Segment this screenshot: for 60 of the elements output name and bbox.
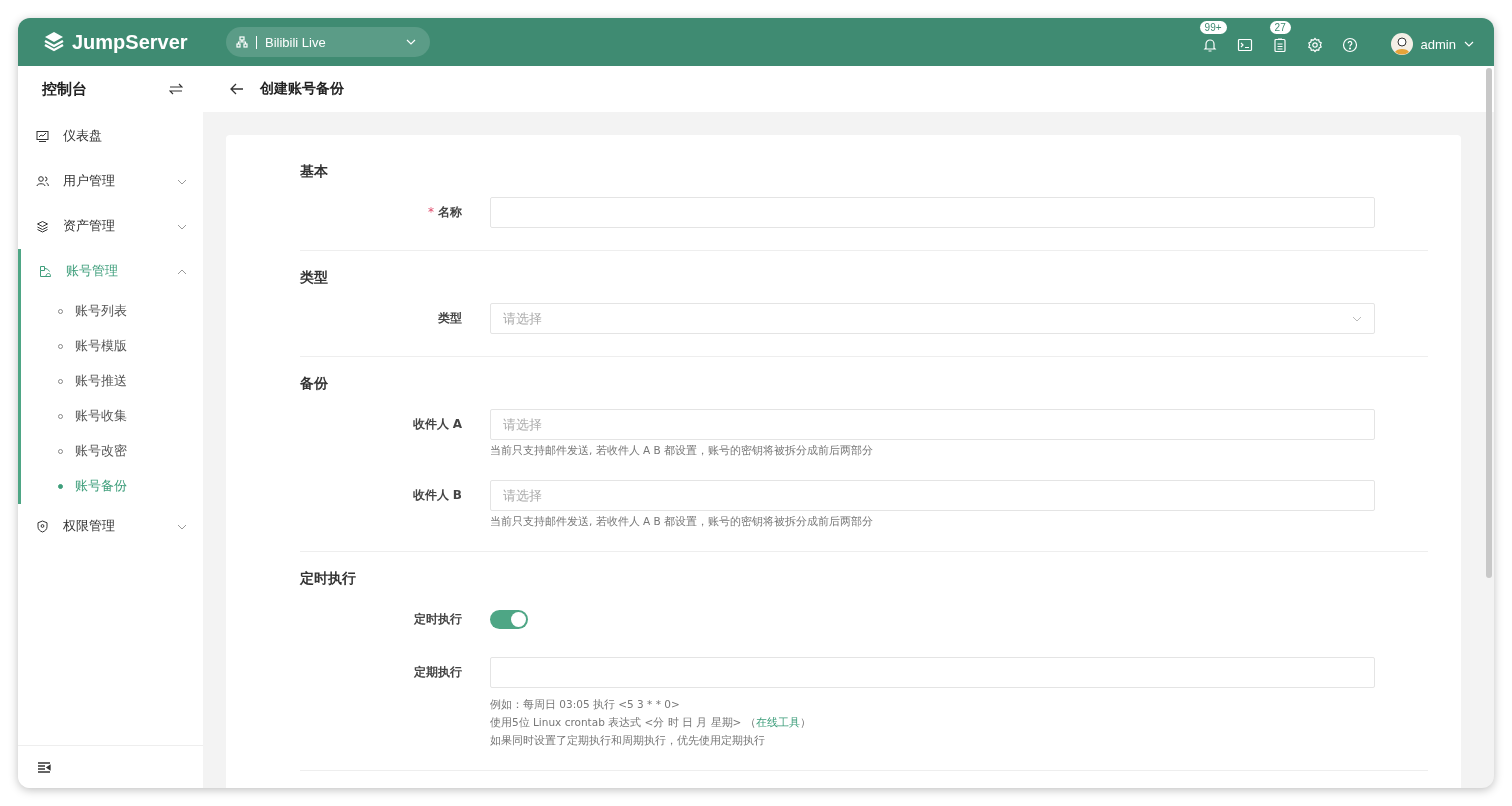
section-title: 备份 <box>300 375 329 393</box>
sidebar-title: 控制台 <box>42 79 87 99</box>
switch-arrows-icon[interactable] <box>169 83 183 95</box>
org-tree-icon <box>236 36 248 48</box>
scrollbar[interactable] <box>1486 68 1492 578</box>
caret-down-icon <box>1464 41 1474 47</box>
caret-down-icon <box>177 178 187 185</box>
help-text: 当前只支持邮件发送, 若收件人 A B 都设置，账号的密钥将被拆分成前后两部分 <box>490 443 875 458</box>
back-arrow-icon[interactable] <box>230 83 244 95</box>
users-icon <box>36 175 49 188</box>
field-label: 收件人 A <box>412 416 462 433</box>
count-badge: 27 <box>1269 21 1291 34</box>
submenu-item[interactable]: 账号模版 <box>21 329 203 364</box>
menu-item[interactable]: 用户管理 <box>21 159 203 204</box>
menu-item[interactable]: 权限管理 <box>21 504 203 549</box>
section-title: 定时执行 <box>300 570 357 588</box>
clipboard-list-icon <box>1272 37 1289 53</box>
required-mark: * <box>428 204 434 221</box>
submenu-item[interactable]: 账号收集 <box>21 399 203 434</box>
user-menu[interactable]: admin <box>1390 33 1474 55</box>
caret-down-icon <box>177 523 187 530</box>
caret-down-icon <box>1352 315 1362 322</box>
submenu-item[interactable]: 账号列表 <box>21 294 203 329</box>
chart-monitor-icon <box>36 130 49 143</box>
bell-icon <box>1202 37 1219 53</box>
settings-icon <box>1307 37 1324 53</box>
help-text: 如果同时设置了定期执行和周期执行，优先使用定期执行 <box>490 733 766 748</box>
terminal-icon <box>1237 37 1254 53</box>
caret-up-icon <box>177 268 187 275</box>
field-label: 名称 <box>438 204 462 221</box>
page-title: 创建账号备份 <box>260 80 344 98</box>
text-input[interactable] <box>490 197 1375 228</box>
help-text: 当前只支持邮件发送, 若收件人 A B 都设置，账号的密钥将被拆分成前后两部分 <box>490 514 875 529</box>
section-title: 类型 <box>300 269 329 287</box>
online-tool-link[interactable]: 在线工具 <box>755 716 800 728</box>
help-icon <box>1342 37 1359 53</box>
field-label: 定期执行 <box>414 664 462 681</box>
section-title: 基本 <box>300 163 329 181</box>
menu-item[interactable]: 仪表盘 <box>21 114 203 159</box>
count-badge: 99+ <box>1199 21 1227 34</box>
text-input[interactable] <box>490 657 1375 688</box>
field-label: 定时执行 <box>414 611 462 628</box>
submenu-item[interactable]: 账号推送 <box>21 364 203 399</box>
field-label: 收件人 B <box>412 487 462 504</box>
stacked-layers-logo-icon <box>42 30 66 54</box>
toggle-switch[interactable] <box>490 610 528 629</box>
menu-item[interactable]: 资产管理 <box>21 204 203 249</box>
user-card-icon <box>39 265 52 278</box>
layers-icon <box>36 220 49 233</box>
field-label: 类型 <box>438 310 462 327</box>
caret-down-icon <box>406 39 416 45</box>
logo-text: JumpServer <box>72 30 188 54</box>
collapse-menu-icon[interactable] <box>38 761 51 773</box>
avatar-icon <box>1390 33 1413 55</box>
help-text: 例如：每周日 03:05 执行 <5 3 * * 0> <box>490 697 681 712</box>
submenu-item[interactable]: 账号改密 <box>21 434 203 469</box>
help-text: 使用5位 Linux crontab 表达式 <分 时 日 月 星期> （在线工具） <box>490 715 812 730</box>
menu-item[interactable]: 账号管理 <box>21 249 203 294</box>
shield-icon <box>36 520 49 533</box>
caret-down-icon <box>177 223 187 230</box>
